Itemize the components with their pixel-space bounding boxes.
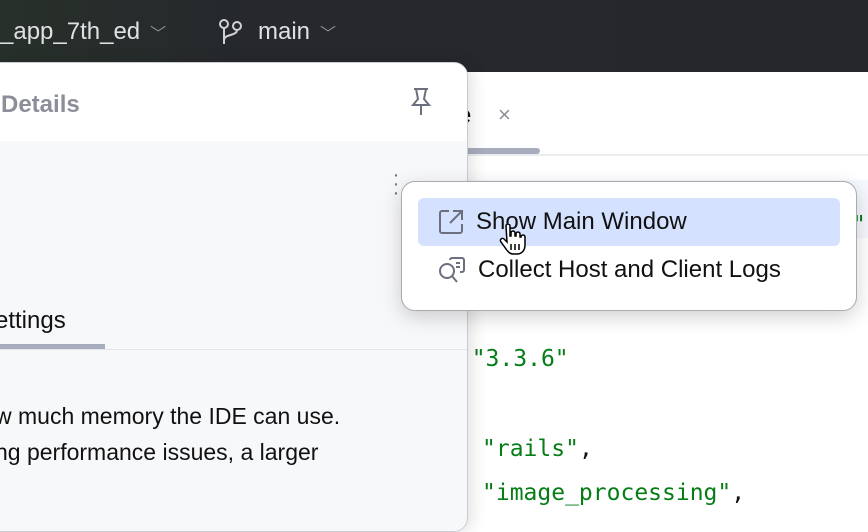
menu-item-show-main-window[interactable]: Show Main Window: [418, 198, 840, 246]
details-panel: Details · · · ettings w much memory the ID…: [0, 62, 468, 532]
divider: [0, 349, 467, 350]
code-token: ,: [731, 480, 746, 506]
description-text: w much memory the IDE can use.: [0, 403, 341, 429]
more-options-icon[interactable]: · · ·: [391, 165, 401, 203]
menu-item-collect-logs[interactable]: Collect Host and Client Logs: [418, 246, 840, 294]
search-logs-icon: [439, 257, 465, 283]
description-text: ng performance issues, a larger: [0, 439, 319, 465]
code-token: "3.3.6": [471, 346, 569, 372]
project-selector[interactable]: _app_7th_ed ﹀: [0, 18, 166, 46]
code-line: "rails",: [482, 436, 593, 462]
project-name: _app_7th_ed: [0, 18, 141, 45]
menu-item-label: Collect Host and Client Logs: [478, 256, 781, 283]
chevron-down-icon: ﹀: [150, 26, 167, 43]
panel-title: Details: [1, 91, 80, 118]
pin-icon[interactable]: [409, 87, 433, 117]
code-line: "image_processing",: [482, 480, 745, 506]
editor-tab-bar: e ×: [458, 72, 868, 156]
git-branch-icon: [219, 19, 242, 44]
hand-cursor-icon: [499, 224, 526, 255]
panel-header: Details: [0, 63, 467, 141]
branch-name: main: [258, 18, 311, 45]
code-token: "rails": [482, 436, 579, 462]
code-token: "image_processing": [482, 480, 732, 506]
chevron-down-icon: ﹀: [320, 26, 337, 43]
branch-selector[interactable]: main ﹀: [218, 18, 336, 46]
code-token: ,: [578, 436, 593, 462]
active-tab-indicator: [468, 148, 540, 154]
close-tab-icon[interactable]: ×: [498, 102, 511, 128]
external-window-icon: [439, 210, 463, 234]
tab-settings[interactable]: ettings: [0, 307, 66, 335]
context-menu: Show Main Window Collect Host and Client…: [401, 181, 857, 311]
